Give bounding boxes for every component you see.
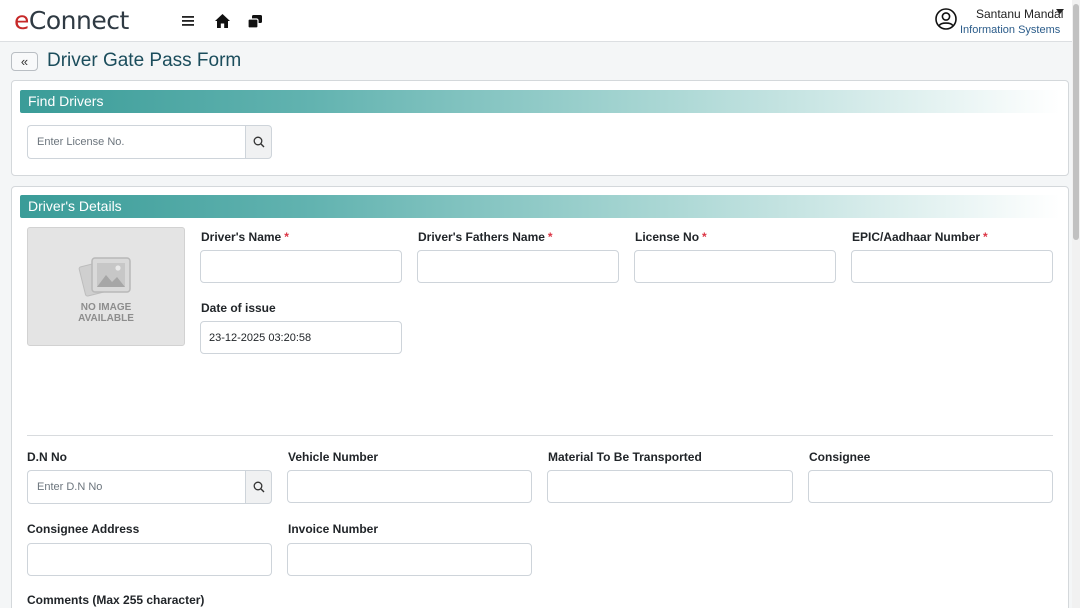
epic-aadhaar-label: EPIC/Aadhaar Number * (852, 230, 988, 244)
consignee-address-input[interactable] (27, 543, 272, 576)
license-no-label-text: License No (635, 230, 700, 244)
driver-name-label: Driver's Name * (201, 230, 289, 244)
no-image-line-2: AVAILABLE (78, 313, 134, 324)
no-image-line-1: NO IMAGE (80, 302, 132, 313)
page-scrollbar[interactable] (1072, 0, 1080, 608)
date-of-issue-label: Date of issue (201, 301, 276, 315)
find-drivers-heading: Find Drivers (20, 90, 1060, 113)
page-title: Driver Gate Pass Form (47, 50, 242, 71)
invoice-number-label: Invoice Number (288, 522, 379, 536)
search-icon (253, 136, 264, 148)
license-no-input[interactable] (634, 250, 836, 283)
comments-label: Comments (Max 255 character) (27, 593, 205, 607)
required-asterisk: * (702, 230, 707, 244)
drivers-details-heading: Driver's Details (20, 195, 1060, 218)
fathers-name-label-text: Driver's Fathers Name (418, 230, 545, 244)
no-image-text: NO IMAGE AVAILABLE (28, 302, 184, 324)
top-navbar: eConnect Santanu Mandal Information Syst… (0, 0, 1072, 42)
driver-name-input[interactable] (200, 250, 402, 283)
dn-no-input[interactable] (27, 470, 245, 504)
consignee-label: Consignee (809, 450, 871, 464)
section-divider (27, 435, 1053, 436)
menu-icon[interactable] (178, 11, 198, 31)
material-label: Material To Be Transported (548, 450, 702, 464)
home-icon[interactable] (212, 11, 232, 31)
search-icon (253, 481, 264, 493)
user-department: Information Systems (960, 24, 1061, 36)
driver-name-label-text: Driver's Name (201, 230, 282, 244)
license-search-group (27, 125, 272, 159)
dn-search-button[interactable] (245, 470, 272, 504)
license-no-label: License No * (635, 230, 707, 244)
material-input[interactable] (547, 470, 793, 503)
chevron-down-icon[interactable] (1056, 9, 1064, 14)
license-search-button[interactable] (245, 125, 272, 159)
copy-window-icon[interactable] (245, 11, 265, 31)
logo-text: Connect (28, 6, 129, 35)
license-search-input[interactable] (27, 125, 245, 159)
required-asterisk: * (547, 230, 553, 244)
driver-photo-placeholder: NO IMAGE AVAILABLE (27, 227, 185, 346)
consignee-input[interactable] (808, 470, 1053, 503)
image-placeholder-icon (78, 257, 131, 297)
user-name[interactable]: Santanu Mandal (976, 7, 1063, 21)
date-of-issue-input[interactable] (200, 321, 402, 354)
vehicle-number-input[interactable] (287, 470, 532, 503)
vehicle-number-label: Vehicle Number (288, 450, 379, 464)
user-circle-icon[interactable] (934, 7, 958, 31)
required-asterisk: * (983, 230, 988, 244)
epic-aadhaar-label-text: EPIC/Aadhaar Number (852, 230, 981, 244)
dn-no-label: D.N No (27, 450, 67, 464)
required-asterisk: * (284, 230, 289, 244)
fathers-name-input[interactable] (417, 250, 619, 283)
epic-aadhaar-input[interactable] (851, 250, 1053, 283)
invoice-number-input[interactable] (287, 543, 532, 576)
logo-e: e (14, 6, 29, 35)
consignee-address-label: Consignee Address (27, 522, 140, 536)
back-button[interactable]: « (11, 52, 38, 71)
scrollbar-thumb[interactable] (1073, 4, 1079, 240)
dn-search-group (27, 470, 272, 504)
fathers-name-label: Driver's Fathers Name * (418, 230, 553, 244)
app-logo[interactable]: eConnect (14, 6, 129, 35)
